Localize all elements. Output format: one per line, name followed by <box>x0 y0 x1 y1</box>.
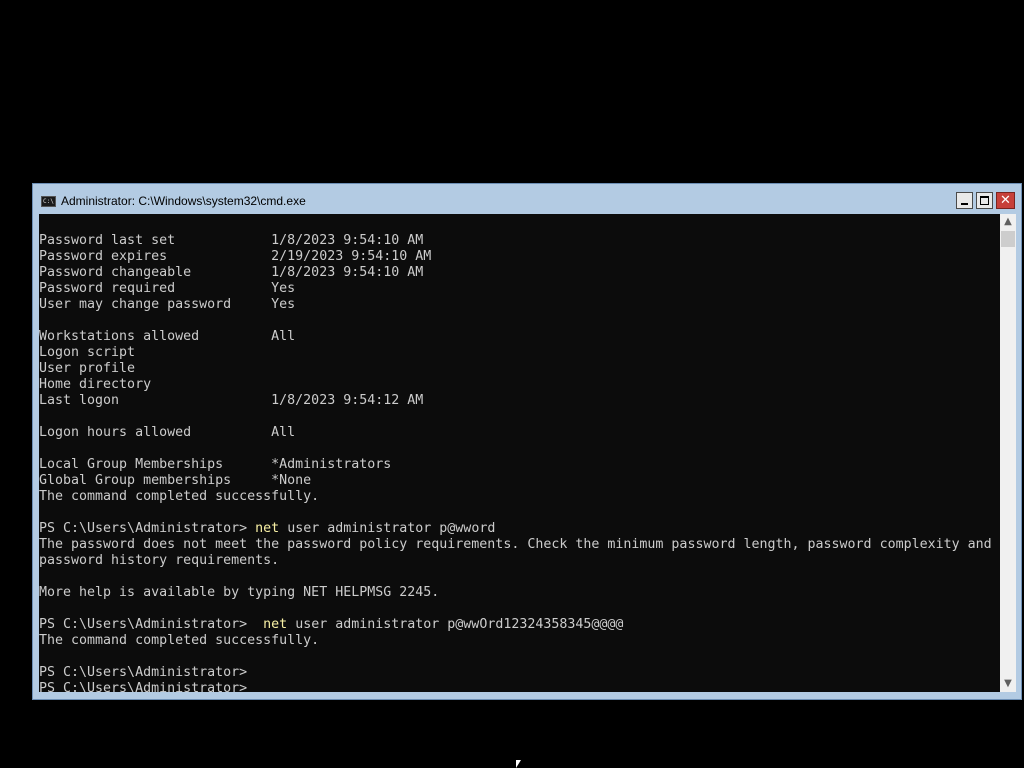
console-line: PS C:\Users\Administrator> net user admi… <box>39 521 992 537</box>
console-line: PS C:\Users\Administrator> <box>39 681 248 692</box>
maximize-button[interactable] <box>976 192 993 209</box>
console-line: Password changeable 1/8/2023 9:54:10 AM <box>39 265 424 280</box>
console-line: PS C:\Users\Administrator> <box>39 665 248 680</box>
console-line: The password does not meet the password … <box>39 537 992 552</box>
cmd-window[interactable]: C:\ Administrator: C:\Windows\system32\c… <box>32 183 1022 700</box>
window-title: Administrator: C:\Windows\system32\cmd.e… <box>61 194 306 208</box>
console-line: User may change password Yes <box>39 297 296 312</box>
console-line: password history requirements. <box>39 553 280 568</box>
console-line: Logon hours allowed All <box>39 425 296 440</box>
console-line: The command completed successfully. <box>39 633 320 648</box>
close-icon: ✕ <box>1000 193 1011 208</box>
console-output[interactable]: Password last set 1/8/2023 9:54:10 AM Pas… <box>39 214 1000 692</box>
console-line: More help is available by typing NET HEL… <box>39 585 440 600</box>
mouse-cursor-icon <box>516 760 521 768</box>
console-line: Global Group memberships *None <box>39 473 312 488</box>
console-line: Last logon 1/8/2023 9:54:12 AM <box>39 393 424 408</box>
console-line: The command completed successfully. <box>39 489 320 504</box>
scroll-up-arrow-icon[interactable]: ▲ <box>1000 214 1016 230</box>
console-line: PS C:\Users\Administrator> net user admi… <box>39 617 992 633</box>
command-keyword: net <box>263 617 288 632</box>
console-line: User profile <box>39 361 136 376</box>
console-line: Password last set 1/8/2023 9:54:10 AM <box>39 233 424 248</box>
console-line: Home directory <box>39 377 152 392</box>
console-line: Password expires 2/19/2023 9:54:10 AM <box>39 249 432 264</box>
title-bar[interactable]: C:\ Administrator: C:\Windows\system32\c… <box>33 184 1021 213</box>
minimize-button[interactable] <box>956 192 973 209</box>
prompt: PS C:\Users\Administrator> <box>39 617 264 632</box>
console-line: Logon script <box>39 345 136 360</box>
command-args: user administrator p@wword <box>279 521 496 536</box>
desktop: C:\ Administrator: C:\Windows\system32\c… <box>0 0 1024 768</box>
prompt: PS C:\Users\Administrator> <box>39 521 256 536</box>
close-button[interactable]: ✕ <box>996 192 1015 209</box>
scroll-thumb[interactable] <box>1001 231 1015 247</box>
vertical-scrollbar[interactable]: ▲ ▼ <box>1000 214 1016 692</box>
console-line: Local Group Memberships *Administrators <box>39 457 392 472</box>
cmd-icon: C:\ <box>41 196 56 207</box>
command-args: user administrator p@wwOrd12324358345@@@… <box>287 617 624 632</box>
command-keyword: net <box>255 521 280 536</box>
console-line: Password required Yes <box>39 281 296 296</box>
console-line: Workstations allowed All <box>39 329 296 344</box>
console-text: Password last set 1/8/2023 9:54:10 AM Pas… <box>39 232 992 692</box>
scroll-down-arrow-icon[interactable]: ▼ <box>1000 676 1016 692</box>
